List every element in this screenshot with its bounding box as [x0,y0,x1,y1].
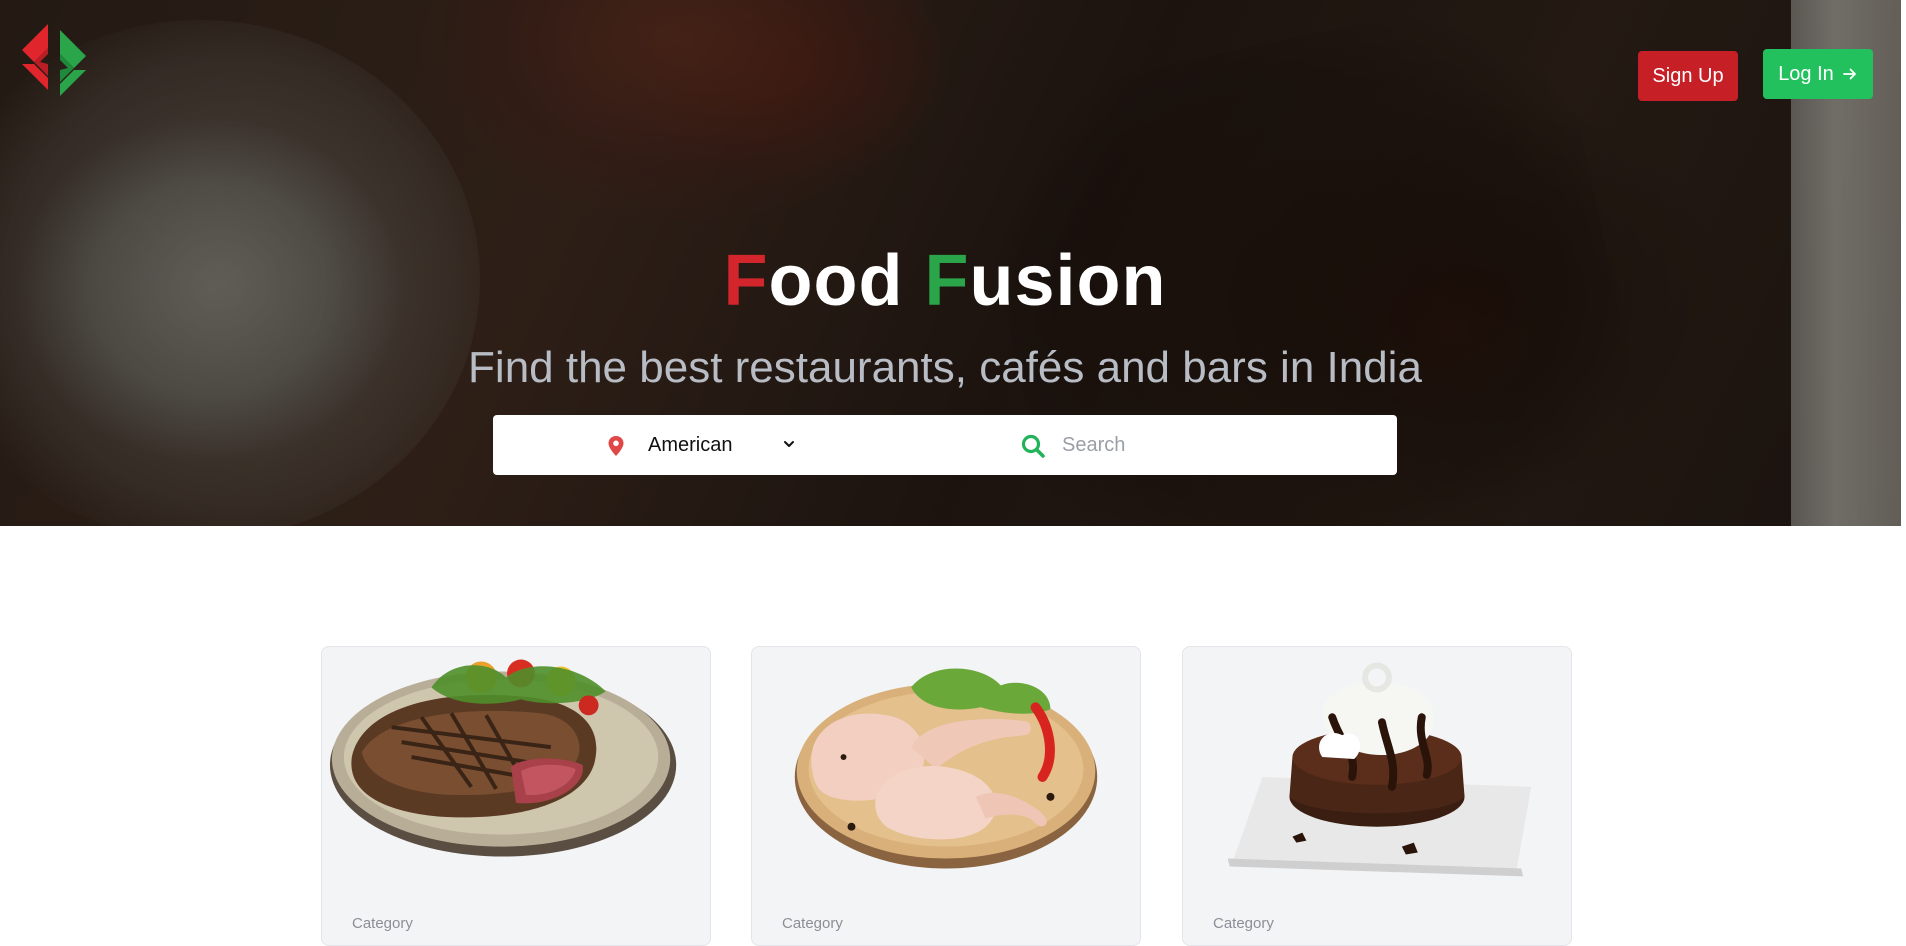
steak-plate-image [329,659,677,857]
page-title: Food Fusion [0,236,1890,326]
map-pin-icon [608,436,624,456]
login-button-label: Log In [1778,62,1834,85]
title-second-initial: F [924,241,970,321]
arrow-right-icon [1842,68,1856,80]
card-category-label: Category [1213,915,1274,932]
category-card[interactable]: Category [321,646,711,946]
search-bar: American [493,415,1397,475]
card-category-label: Category [352,915,413,932]
chocolate-dessert-image [1227,662,1532,877]
login-button[interactable]: Log In [1763,49,1873,99]
search-icon[interactable] [1020,433,1046,459]
cuisine-dropdown[interactable]: American [648,431,732,459]
category-card[interactable]: Category [1182,646,1572,946]
signup-button-label: Sign Up [1652,64,1724,87]
search-input[interactable] [1060,427,1380,463]
signup-button[interactable]: Sign Up [1638,51,1738,101]
title-first-initial: F [723,241,769,321]
hero-banner: Sign Up Log In Food Fusion Find the best… [0,0,1901,526]
chevron-down-icon[interactable] [782,437,796,451]
raw-chicken-image [794,668,1098,869]
title-second-rest: usion [969,241,1167,321]
category-card[interactable]: Category [751,646,1141,946]
card-category-label: Category [782,915,843,932]
logo-icon[interactable] [14,20,94,100]
title-first-rest: ood [768,241,904,321]
hero-subtitle: Find the best restaurants, cafés and bar… [468,343,1422,392]
